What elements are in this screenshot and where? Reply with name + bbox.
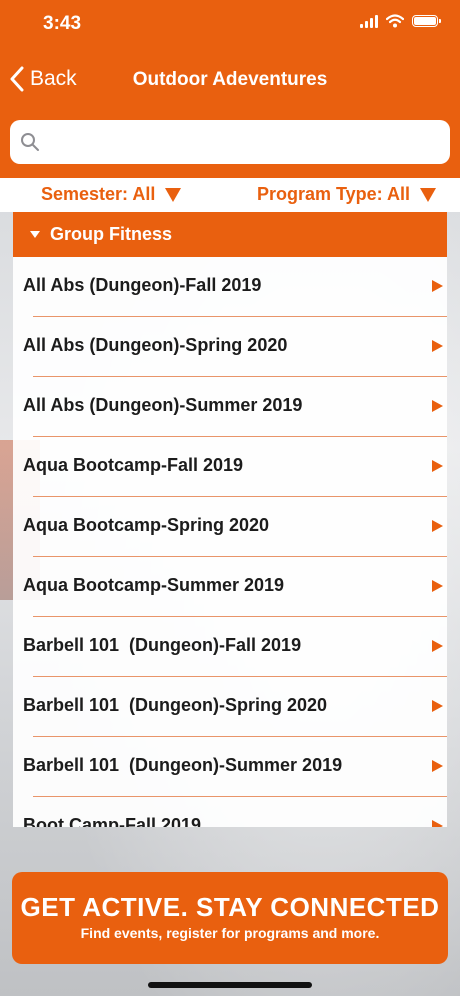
list-item-label: All Abs (Dungeon)-Spring 2020 <box>23 335 288 355</box>
list-item[interactable]: Aqua Bootcamp-Fall 2019 <box>13 437 447 497</box>
triangle-right-icon <box>432 640 443 652</box>
triangle-down-icon <box>420 187 436 202</box>
triangle-right-icon <box>432 340 443 352</box>
status-icons <box>360 14 441 28</box>
triangle-right-icon <box>432 280 443 292</box>
cell-signal-icon <box>360 14 378 28</box>
list-item-label: Aqua Bootcamp-Summer 2019 <box>23 575 285 595</box>
wifi-icon <box>386 14 404 28</box>
list-item[interactable]: All Abs (Dungeon)-Summer 2019 <box>13 377 447 437</box>
home-indicator <box>148 982 312 988</box>
search-bar <box>0 108 460 178</box>
battery-icon <box>412 15 441 27</box>
status-time: 3:43 <box>43 13 82 34</box>
banner-subtitle: Find events, register for programs and m… <box>80 925 380 941</box>
program-type-filter[interactable]: Program Type: All <box>257 184 436 205</box>
triangle-down-icon <box>165 187 182 202</box>
search-field[interactable] <box>10 120 450 164</box>
filter-bar: Semester: All Program Type: All <box>0 178 460 212</box>
list-item[interactable]: Barbell 101 (Dungeon)-Spring 2020 <box>13 677 447 737</box>
triangle-right-icon <box>432 460 443 472</box>
list-item-label: Barbell 101 (Dungeon)-Spring 2020 <box>23 695 328 715</box>
list-item-label: Barbell 101 (Dungeon)-Fall 2019 <box>23 635 302 655</box>
triangle-right-icon <box>432 520 443 532</box>
triangle-right-icon <box>432 820 443 827</box>
section-header-group-fitness[interactable]: Group Fitness <box>13 212 447 257</box>
triangle-right-icon <box>432 400 443 412</box>
collapse-triangle-icon <box>30 231 40 238</box>
page-title: Outdoor Adeventures <box>132 69 328 90</box>
triangle-right-icon <box>432 700 443 712</box>
triangle-right-icon <box>432 580 443 592</box>
list-item[interactable]: Barbell 101 (Dungeon)-Fall 2019 <box>13 617 447 677</box>
banner-title: GET ACTIVE. STAY CONNECTED <box>20 892 440 922</box>
list-item[interactable]: Barbell 101 (Dungeon)-Summer 2019 <box>13 737 447 797</box>
semester-filter-label: Semester: All <box>41 184 156 204</box>
list-item[interactable]: All Abs (Dungeon)-Spring 2020 <box>13 317 447 377</box>
section-title: Group Fitness <box>50 224 173 244</box>
list-item-label: Aqua Bootcamp-Spring 2020 <box>23 515 270 535</box>
list-item-label: All Abs (Dungeon)-Summer 2019 <box>23 395 303 415</box>
triangle-right-icon <box>432 760 443 772</box>
list-item-label: All Abs (Dungeon)-Fall 2019 <box>23 275 262 295</box>
search-input[interactable] <box>48 132 450 152</box>
semester-filter[interactable]: Semester: All <box>41 184 182 205</box>
program-type-filter-label: Program Type: All <box>256 184 410 204</box>
list-item[interactable]: Aqua Bootcamp-Summer 2019 <box>13 557 447 617</box>
list-item[interactable]: Boot Camp-Fall 2019 <box>13 797 447 827</box>
list-item-label: Aqua Bootcamp-Fall 2019 <box>23 455 244 475</box>
promo-banner[interactable]: GET ACTIVE. STAY CONNECTED Find events, … <box>12 872 448 964</box>
program-list: All Abs (Dungeon)-Fall 2019 All Abs (Dun… <box>13 257 447 827</box>
list-item[interactable]: All Abs (Dungeon)-Fall 2019 <box>13 257 447 317</box>
list-item[interactable]: Aqua Bootcamp-Spring 2020 <box>13 497 447 557</box>
search-icon <box>21 133 39 151</box>
header: 3:43 Back Outdoor Adeventures <box>0 0 460 108</box>
list-item-label: Boot Camp-Fall 2019 <box>23 815 202 827</box>
list-item-label: Barbell 101 (Dungeon)-Summer 2019 <box>23 755 343 775</box>
